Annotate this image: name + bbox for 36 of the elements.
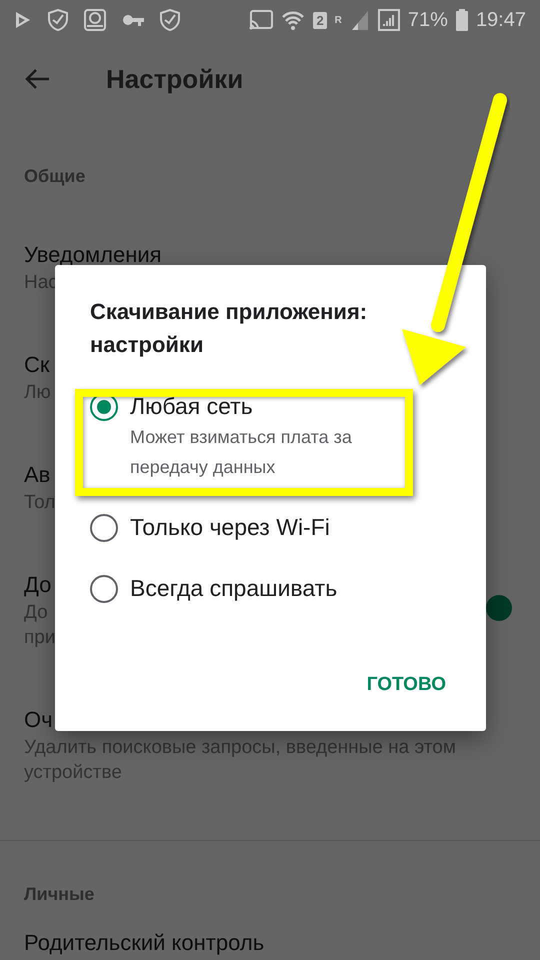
radio-option[interactable]: Всегда спрашивать bbox=[90, 573, 452, 604]
key-icon bbox=[122, 13, 144, 27]
clock: 19:47 bbox=[476, 8, 526, 33]
option-label: Любая сеть bbox=[130, 392, 254, 421]
option-description: Может взиматься плата за передачу данных bbox=[130, 426, 353, 479]
shield-check-icon bbox=[48, 9, 68, 31]
battery-percent: 71% bbox=[408, 8, 448, 33]
option-label: Только через Wi-Fi bbox=[130, 513, 330, 542]
drive-icon bbox=[84, 9, 106, 31]
wifi-icon bbox=[281, 10, 306, 30]
setting-title: Уведомления bbox=[24, 241, 162, 269]
signal-icon bbox=[378, 9, 400, 31]
back-arrow-icon bbox=[24, 68, 50, 90]
done-button[interactable]: ГОТОВО bbox=[362, 666, 450, 703]
setting-title: Ск bbox=[24, 351, 50, 379]
setting-title: До bbox=[24, 571, 52, 599]
signal-icon bbox=[350, 9, 370, 31]
option-label: Всегда спрашивать bbox=[130, 574, 338, 603]
back-button[interactable] bbox=[24, 67, 50, 91]
radio-button[interactable] bbox=[90, 514, 118, 542]
setting-title: Оч bbox=[24, 706, 53, 734]
radio-option[interactable]: Только через Wi-Fi bbox=[90, 512, 452, 543]
play-icon bbox=[14, 10, 32, 30]
radio-option[interactable]: Любая сеть Может взиматься плата за передачу данных bbox=[90, 391, 452, 482]
battery-icon bbox=[456, 9, 468, 31]
radio-button[interactable] bbox=[90, 575, 118, 603]
cast-icon bbox=[249, 10, 274, 30]
roaming-label: R bbox=[334, 14, 342, 28]
dialog-title: Скачивание приложения: настройки bbox=[90, 298, 368, 359]
shield-check-icon bbox=[160, 9, 180, 31]
sim-badge: 2 bbox=[313, 12, 327, 28]
screen-title: Настройки bbox=[106, 62, 244, 96]
setting-title: Ав bbox=[24, 461, 50, 489]
section-header: Общие bbox=[23, 165, 86, 188]
setting-title: Родительский контроль bbox=[24, 929, 264, 957]
toggle-thumb[interactable] bbox=[486, 595, 512, 621]
